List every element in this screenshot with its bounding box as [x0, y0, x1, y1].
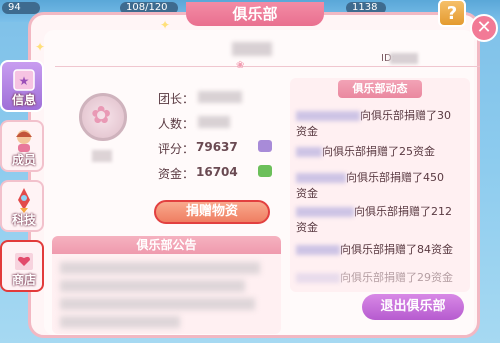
leader-row: 团长：	[158, 90, 242, 107]
members-icon	[16, 130, 32, 152]
rating-value: 79637	[196, 140, 238, 154]
feed-item: 向俱乐部捐赠了450 资金	[296, 170, 466, 202]
notice-redacted	[60, 298, 255, 310]
feed-item: 向俱乐部捐赠了212 资金	[296, 204, 466, 236]
tab-tech-label: 科技	[11, 213, 36, 227]
donor-redacted	[296, 173, 346, 183]
members-row: 人数：	[158, 115, 230, 132]
exit-club-button[interactable]: 退出俱乐部	[362, 294, 464, 320]
feed-text: 向俱乐部捐赠了450	[346, 171, 444, 184]
feed-text-cont: 资金	[296, 221, 318, 234]
funds-row: 资金： 16704	[158, 165, 272, 182]
rocket-icon	[18, 188, 30, 213]
club-emblem: ✿	[79, 93, 127, 141]
dialog-title: 俱乐部	[186, 2, 324, 26]
feed-title: 俱乐部动态	[338, 80, 422, 98]
tab-shop[interactable]: 商店	[0, 240, 44, 292]
donor-redacted	[296, 147, 322, 157]
funds-label: 资金：	[158, 167, 195, 181]
sakura-icon: ✿	[91, 101, 112, 129]
feed-item: 向俱乐部捐赠了30 资金	[296, 108, 466, 140]
feed-text-cont: 资金	[296, 125, 318, 138]
tab-shop-label: 商店	[11, 273, 36, 287]
shop-heart-icon	[15, 253, 33, 270]
leader-redacted	[198, 91, 242, 103]
svg-text:★: ★	[19, 74, 30, 88]
funds-value: 16704	[196, 165, 238, 179]
money-icon	[258, 165, 272, 177]
leader-label: 团长：	[158, 92, 195, 106]
rating-icon	[258, 140, 272, 152]
tab-members[interactable]: 成员	[0, 120, 44, 172]
info-book-icon: ★	[13, 69, 35, 91]
stat-level: 94	[2, 2, 40, 14]
rating-label: 评分：	[158, 142, 195, 156]
feed-text: 向俱乐部捐赠了212	[354, 205, 452, 218]
close-button[interactable]: ✕	[470, 14, 498, 42]
feed-text: 向俱乐部捐赠了30	[360, 109, 451, 122]
sparkle-icon: ✦	[160, 18, 171, 32]
donor-redacted	[296, 273, 340, 283]
help-button[interactable]: ?	[438, 0, 466, 27]
sparkle-icon: ✦	[35, 40, 46, 54]
donor-redacted	[296, 111, 360, 121]
club-activity-feed[interactable]: 俱乐部动态 向俱乐部捐赠了30 资金 向俱乐部捐赠了25资金 向俱乐部捐赠了45…	[290, 78, 470, 292]
bow-icon: ❀	[236, 60, 245, 71]
club-name-redacted	[232, 42, 272, 56]
close-icon: ✕	[476, 17, 492, 38]
tab-members-label: 成员	[11, 153, 36, 167]
feed-text: 向俱乐部捐赠了29资金	[340, 271, 453, 284]
club-id-redacted	[390, 53, 418, 64]
divider	[55, 66, 480, 67]
notice-redacted	[60, 280, 245, 292]
feed-text: 向俱乐部捐赠了84资金	[340, 243, 453, 256]
members-label: 人数：	[158, 117, 195, 131]
donor-redacted	[296, 245, 340, 255]
tab-info-label: 信息	[11, 93, 36, 107]
emblem-name-redacted	[92, 150, 112, 162]
tab-info[interactable]: ★ 信息	[0, 60, 44, 112]
donate-button[interactable]: 捐赠物资	[154, 200, 270, 224]
members-redacted	[198, 116, 230, 128]
notice-redacted	[60, 316, 180, 328]
notice-title: 俱乐部公告	[52, 236, 281, 254]
feed-item: 向俱乐部捐赠了84资金	[296, 242, 466, 258]
donor-redacted	[296, 207, 354, 217]
notice-redacted	[60, 262, 260, 274]
club-notice: 俱乐部公告	[52, 236, 281, 334]
feed-text-cont: 资金	[296, 187, 318, 200]
feed-item: 向俱乐部捐赠了29资金	[296, 270, 466, 286]
feed-text: 向俱乐部捐赠了25资金	[322, 145, 435, 158]
rating-row: 评分： 79637	[158, 140, 272, 157]
tab-tech[interactable]: 科技	[0, 180, 44, 232]
feed-item: 向俱乐部捐赠了25资金	[296, 144, 466, 160]
